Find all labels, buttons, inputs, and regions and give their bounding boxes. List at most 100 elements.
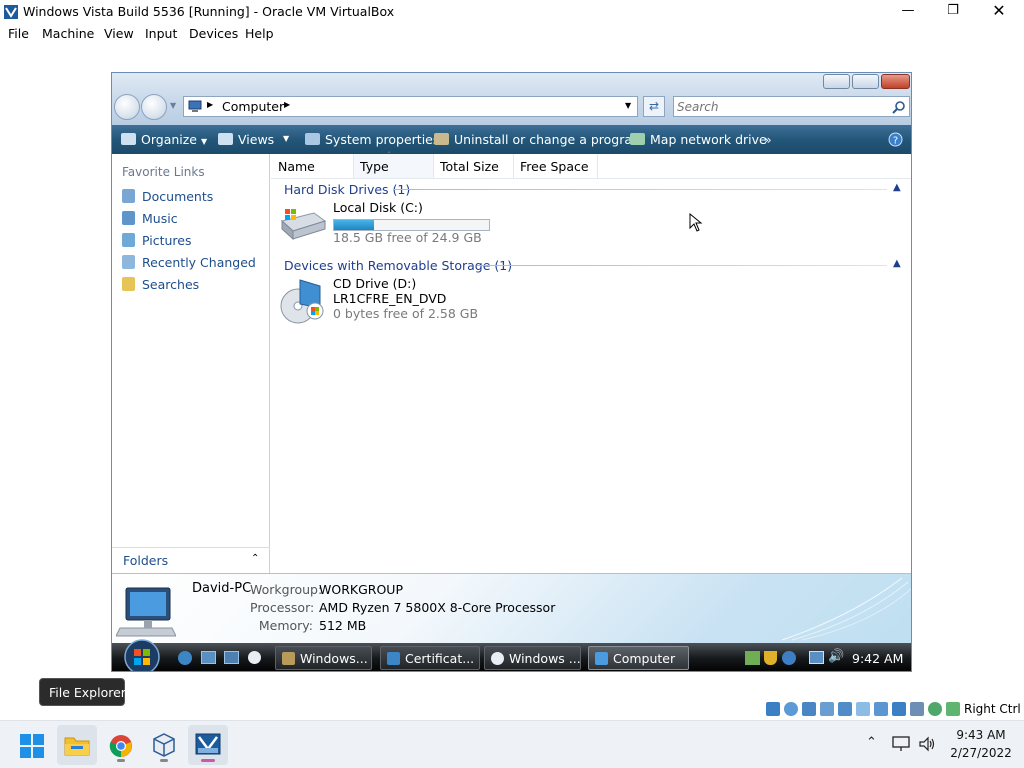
network-icon[interactable] [809, 651, 824, 664]
cpu-status-icon[interactable] [910, 702, 924, 716]
system-properties-button[interactable]: System properties [305, 132, 439, 147]
nav-link-pictures[interactable]: Pictures [122, 233, 192, 248]
vista-vm-icon [195, 733, 221, 755]
minimize-button[interactable]: — [885, 0, 931, 24]
nav-link-documents[interactable]: Documents [122, 189, 213, 204]
refresh-button[interactable]: ⇄ [643, 96, 665, 117]
column-type[interactable]: Type ˆ [354, 151, 434, 178]
virtualbox-taskbar-button[interactable] [144, 725, 184, 765]
guest-taskbar: Windows... Certificat... Windows ... Com… [112, 639, 911, 671]
usb-status-icon[interactable] [838, 702, 852, 716]
organize-button[interactable]: Organize ▼ [121, 132, 207, 147]
drive-c[interactable]: Local Disk (C:) 18.5 GB free of 24.9 GB [277, 200, 577, 245]
collapse-group-icon[interactable]: ▲ [893, 258, 901, 269]
chevron-up-icon[interactable]: ⌃ [251, 553, 259, 564]
map-network-drive-button[interactable]: Map network drive [630, 132, 767, 147]
task-windows-1[interactable]: Windows... [275, 646, 372, 670]
uninstall-program-button[interactable]: Uninstall or change a program [434, 132, 644, 147]
collapse-group-icon[interactable]: ▲ [893, 182, 901, 193]
vista-restore-button[interactable] [852, 74, 879, 89]
security-shield-icon[interactable] [764, 651, 777, 665]
windows-logo-icon [20, 734, 44, 758]
vista-close-button[interactable] [881, 74, 910, 89]
optical-drive-status-icon[interactable] [784, 702, 798, 716]
folders-toggle[interactable]: Folders ⌃ [112, 547, 270, 573]
task-computer[interactable]: Computer [588, 646, 689, 670]
menu-devices[interactable]: Devices [189, 26, 238, 41]
column-free-space[interactable]: Free Space [514, 154, 598, 178]
forward-button[interactable] [141, 94, 167, 120]
views-dropdown-icon[interactable]: ▼ [283, 134, 289, 143]
hard-disk-status-icon[interactable] [766, 702, 780, 716]
search-icon[interactable] [892, 100, 906, 114]
menu-help[interactable]: Help [245, 26, 274, 41]
running-indicator [117, 759, 125, 762]
breadcrumb-computer[interactable]: Computer [222, 99, 284, 114]
nav-link-music[interactable]: Music [122, 211, 178, 226]
running-indicator [160, 759, 168, 762]
address-dropdown-icon[interactable]: ▼ [625, 101, 631, 110]
drive-d[interactable]: CD Drive (D:) LR1CFRE_EN_DVD 0 bytes fre… [277, 276, 577, 326]
column-total-size[interactable]: Total Size [434, 154, 514, 178]
guest-clock[interactable]: 9:42 AM [852, 651, 903, 666]
task-certificates[interactable]: Certificat... [380, 646, 480, 670]
decorative-swoosh [781, 577, 911, 641]
nav-link-searches[interactable]: Searches [122, 277, 199, 292]
details-pane: David-PC Workgroup: WORKGROUP Processor:… [112, 573, 911, 643]
chrome-icon [109, 735, 132, 758]
cd-drive-icon [280, 279, 324, 324]
vista-minimize-button[interactable] [823, 74, 850, 89]
recent-pages-icon[interactable]: ▼ [170, 101, 176, 110]
menu-view[interactable]: View [104, 26, 134, 41]
guest-additions-status-icon[interactable] [928, 702, 942, 716]
drive-d-label: LR1CFRE_EN_DVD [333, 291, 447, 306]
menu-machine[interactable]: Machine [42, 26, 94, 41]
volume-icon[interactable] [918, 736, 936, 752]
column-name[interactable]: Name [272, 154, 354, 178]
show-hidden-icons-icon[interactable]: ⌃ [866, 735, 877, 750]
shared-folders-status-icon[interactable] [856, 702, 870, 716]
network-status-icon[interactable] [820, 702, 834, 716]
nav-link-recently-changed[interactable]: Recently Changed [122, 255, 256, 270]
host-time[interactable]: 9:43 AM [946, 728, 1016, 742]
vista-vm-taskbar-button[interactable] [188, 725, 228, 765]
tray-icon[interactable] [745, 651, 760, 665]
media-player-icon[interactable] [248, 651, 261, 664]
search-input[interactable] [677, 99, 882, 114]
views-icon [218, 133, 233, 145]
back-button[interactable] [114, 94, 140, 120]
breadcrumb-arrow-icon[interactable]: ▶ [284, 100, 290, 109]
menu-file[interactable]: File [8, 26, 29, 41]
start-button[interactable] [12, 725, 52, 765]
breadcrumb-arrow-icon[interactable]: ▶ [207, 100, 213, 109]
address-bar[interactable]: ▶ Computer ▶ ▼ [183, 96, 638, 117]
uninstall-program-label: Uninstall or change a program [454, 132, 645, 147]
switch-windows-icon[interactable] [224, 651, 239, 664]
task-windows-2[interactable]: Windows ... [484, 646, 581, 670]
chrome-taskbar-button[interactable] [101, 725, 141, 765]
menu-input[interactable]: Input [145, 26, 177, 41]
show-desktop-icon[interactable] [201, 651, 216, 664]
file-explorer-taskbar-button[interactable] [57, 725, 97, 765]
close-button[interactable]: ✕ [976, 0, 1022, 24]
network-icon[interactable] [892, 736, 910, 752]
maximize-button[interactable]: ❐ [930, 0, 976, 24]
views-button[interactable]: Views [218, 132, 274, 147]
computer-icon [595, 652, 608, 665]
more-commands-button[interactable]: » [764, 132, 772, 147]
help-icon[interactable]: ? [888, 132, 903, 147]
search-field[interactable] [673, 96, 910, 117]
mouse-integration-status-icon[interactable] [946, 702, 960, 716]
recording-status-icon[interactable] [892, 702, 906, 716]
audio-status-icon[interactable] [802, 702, 816, 716]
group-header-hard-disk[interactable]: Hard Disk Drives (1) [284, 182, 410, 197]
display-status-icon[interactable] [874, 702, 888, 716]
drive-d-name: CD Drive (D:) [333, 276, 417, 291]
vista-start-button[interactable] [120, 639, 164, 672]
host-date[interactable]: 2/27/2022 [946, 746, 1016, 760]
internet-explorer-icon[interactable] [178, 651, 192, 665]
tray-icon[interactable] [782, 651, 796, 665]
system-properties-icon [305, 133, 320, 145]
navigation-pane: Favorite Links Documents Music Pictures … [112, 154, 270, 573]
volume-icon[interactable]: 🔊 [828, 649, 844, 664]
